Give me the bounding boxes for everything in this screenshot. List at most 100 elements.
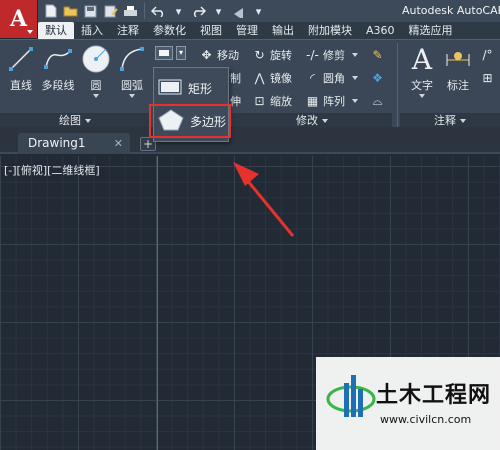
tab-featured-apps[interactable]: 精选应用: [402, 22, 460, 39]
move-icon: ✥: [201, 48, 212, 62]
arc-icon: [117, 44, 147, 74]
print-icon[interactable]: [122, 3, 139, 19]
tab-a360[interactable]: A360: [359, 22, 402, 39]
table-icon: ⊞: [482, 71, 493, 85]
undo-dropdown-icon[interactable]: ▾: [170, 3, 187, 19]
title-bar: ▾ ▾ ▾ Autodesk AutoCAD: [0, 0, 500, 22]
erase-icon: ✎: [372, 48, 383, 62]
panel-separator: [397, 43, 398, 127]
scale-label: 缩放: [270, 95, 292, 108]
fillet-icon: ◜: [310, 71, 315, 85]
rotate-button[interactable]: ↻ 旋转: [252, 46, 292, 64]
watermark: 土木工程网 www.civilcn.com: [316, 357, 500, 450]
rectangle-menu-item[interactable]: 矩形: [158, 74, 226, 102]
undo-icon[interactable]: [150, 3, 167, 19]
chevron-down-icon[interactable]: [352, 99, 358, 103]
chevron-down-icon[interactable]: [352, 76, 358, 80]
chevron-down-icon[interactable]: [93, 94, 99, 98]
save-icon[interactable]: [82, 3, 99, 19]
viewport-controls[interactable]: [-][俯视][二维线框]: [4, 162, 100, 178]
dimension-icon: [443, 44, 473, 74]
tab-parametric[interactable]: 参数化: [146, 22, 193, 39]
dimension-label: 标注: [447, 79, 469, 92]
toolbar-separator: [144, 3, 145, 19]
chevron-down-icon: [322, 119, 328, 123]
table-button[interactable]: ⊞: [480, 69, 495, 87]
watermark-logo-icon: [326, 375, 376, 417]
offset-button[interactable]: ⌓: [370, 92, 385, 110]
offset-icon: ⌓: [372, 93, 383, 108]
circle-icon: [81, 44, 111, 74]
polyline-icon: [43, 44, 73, 74]
app-title: Autodesk AutoCAD: [402, 4, 500, 17]
trim-icon: -/-: [306, 48, 319, 62]
polygon-menu-item[interactable]: 多边形: [149, 104, 231, 138]
copy-label: 制: [230, 72, 241, 85]
polygon-icon: [158, 108, 184, 134]
draw-panel-footer[interactable]: 绘图: [0, 113, 150, 128]
tab-insert[interactable]: 插入: [74, 22, 110, 39]
fillet-label: 圆角: [323, 72, 345, 85]
redo-icon[interactable]: [190, 3, 207, 19]
chevron-down-icon[interactable]: [419, 94, 425, 98]
line-icon: [6, 44, 36, 74]
chevron-down-icon: [85, 119, 91, 123]
explode-button[interactable]: ❖: [370, 69, 385, 87]
ribbon: 直线 多段线 圆 圆弧 ▾ 绘图 ✥ 移动 ↻ 旋转 -/- 修剪 ✎ 制 ⋀ …: [0, 39, 500, 128]
modify-panel-footer[interactable]: 修改: [232, 113, 392, 128]
polyline-label: 多段线: [41, 79, 75, 92]
dimension-button[interactable]: 标注: [440, 44, 476, 93]
move-button[interactable]: ✥ 移动: [199, 46, 239, 64]
close-icon[interactable]: ✕: [114, 133, 123, 154]
chevron-down-icon[interactable]: [129, 94, 135, 98]
erase-button[interactable]: ✎: [370, 46, 385, 64]
tab-output[interactable]: 输出: [265, 22, 301, 39]
arc-button[interactable]: 圆弧: [114, 44, 150, 98]
trim-button[interactable]: -/- 修剪: [305, 46, 358, 64]
tab-addins[interactable]: 附加模块: [301, 22, 359, 39]
tab-home[interactable]: 默认: [38, 22, 74, 39]
array-label: 阵列: [323, 95, 345, 108]
new-file-icon[interactable]: [42, 3, 59, 19]
text-button[interactable]: A 文字: [404, 43, 440, 98]
tab-drawing1[interactable]: Drawing1 ✕: [18, 133, 130, 154]
line-button[interactable]: 直线: [3, 44, 39, 93]
fillet-button[interactable]: ◜ 圆角: [305, 69, 358, 87]
redo-dropdown-icon[interactable]: ▾: [210, 3, 227, 19]
mirror-label: 镜像: [270, 72, 292, 85]
array-button[interactable]: ▦ 阵列: [305, 92, 358, 110]
polyline-button[interactable]: 多段线: [38, 44, 78, 93]
mirror-icon: ⋀: [254, 71, 265, 85]
copy-button[interactable]: 制: [230, 69, 241, 87]
quick-access-toolbar: ▾ ▾ ▾: [42, 3, 267, 19]
tab-view[interactable]: 视图: [193, 22, 229, 39]
mirror-button[interactable]: ⋀ 镜像: [252, 69, 292, 87]
leader-button[interactable]: /°: [480, 46, 495, 64]
rectangle-label: 矩形: [188, 81, 213, 96]
annotation-panel-footer[interactable]: 注释: [400, 113, 500, 128]
annotation-panel-title: 注释: [434, 114, 456, 127]
save-as-icon[interactable]: [102, 3, 119, 19]
ribbon-tab-bar: 默认 插入 注释 参数化 视图 管理 输出 附加模块 A360 精选应用: [38, 22, 500, 39]
chevron-down-icon[interactable]: ▾: [176, 46, 186, 60]
stretch-label: 伸: [230, 95, 241, 108]
stretch-button[interactable]: 伸: [230, 92, 241, 110]
move-label: 移动: [217, 49, 239, 62]
rectangle-polygon-dropdown: 矩形 多边形: [149, 67, 231, 142]
rectangle-icon: [155, 46, 173, 60]
tab-manage[interactable]: 管理: [229, 22, 265, 39]
scale-button[interactable]: ⊡ 缩放: [252, 92, 292, 110]
chevron-down-icon[interactable]: [352, 53, 358, 57]
rectangle-split-button[interactable]: ▾: [155, 44, 186, 62]
application-menu-button[interactable]: A: [0, 0, 38, 38]
share-icon[interactable]: [230, 3, 247, 19]
circle-button[interactable]: 圆: [78, 44, 114, 98]
tab-annotate[interactable]: 注释: [110, 22, 146, 39]
watermark-url: www.civilcn.com: [380, 413, 472, 426]
watermark-title: 土木工程网: [376, 383, 492, 408]
open-folder-icon[interactable]: [62, 3, 79, 19]
rotate-label: 旋转: [270, 49, 292, 62]
chevron-down-icon: [27, 30, 33, 34]
scale-icon: ⊡: [254, 94, 265, 108]
customize-qat-icon[interactable]: ▾: [250, 3, 267, 19]
